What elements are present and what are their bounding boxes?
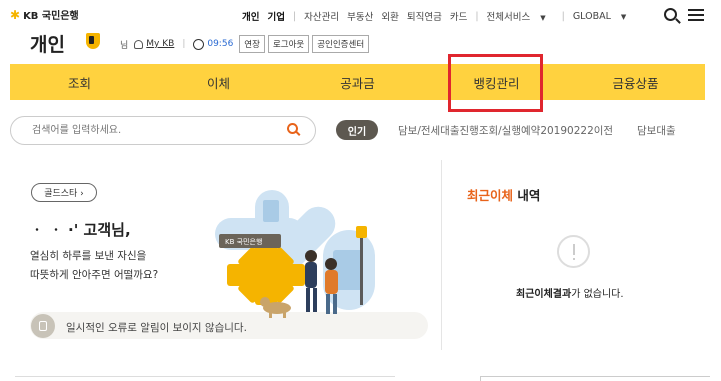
logout-button[interactable]: 로그아웃 xyxy=(267,35,310,53)
nav-item-financial-products[interactable]: 금융상품 xyxy=(566,73,705,92)
search-icon[interactable] xyxy=(664,8,677,21)
popular-keyword-badge: 인기 xyxy=(336,120,378,140)
goldstar-button[interactable]: 골드스타 › xyxy=(31,183,97,202)
empty-result-rest: 가 없습니다. xyxy=(571,289,624,300)
search-submit-icon[interactable] xyxy=(287,123,298,134)
top-link-asset[interactable]: 자산관리 xyxy=(304,9,339,23)
greeting-illustration: KB 국민은행 xyxy=(215,190,375,318)
cert-center-button[interactable]: 공인인증센터 xyxy=(312,35,370,53)
all-services-label: 전체서비스 xyxy=(486,12,531,23)
popular-keyword-link[interactable]: 담보/전세대출진행조회/실행예약20190222이전 xyxy=(398,123,613,138)
top-link-global[interactable]: GLOBAL ▼ xyxy=(573,11,635,22)
bottom-card-edge xyxy=(15,376,395,381)
divider: | xyxy=(561,10,565,22)
top-link-all-services[interactable]: 전체서비스 ▼ xyxy=(487,9,554,23)
recent-transfer-title[interactable]: 최근이체 내역 xyxy=(467,185,540,204)
exclamation-icon xyxy=(557,235,590,268)
top-link-realestate[interactable]: 부동산 xyxy=(347,9,373,23)
divider: | xyxy=(292,10,297,22)
clock-icon xyxy=(193,38,205,50)
greeting-message-line2: 따뜻하게 안아주면 어떨까요? xyxy=(30,269,159,281)
caret-down-icon: ▼ xyxy=(620,12,627,21)
user-info-row: 님 My KB | 09:56 연장 로그아웃 공인인증센터 xyxy=(120,35,372,53)
security-shield-icon[interactable] xyxy=(86,33,100,49)
top-link-pension[interactable]: 퇴직연금 xyxy=(407,9,442,23)
mykb-link[interactable]: My KB xyxy=(146,39,174,49)
hamburger-menu-icon[interactable] xyxy=(688,9,704,21)
greeting-message-line1: 열심히 하루를 보낸 자신을 xyxy=(30,250,147,262)
logo-text: KB 국민은행 xyxy=(23,11,79,22)
kb-logo[interactable]: ✱ KB 국민은행 xyxy=(10,7,79,23)
top-link-card[interactable]: 카드 xyxy=(450,9,467,23)
recent-transfer-title-rest: 내역 xyxy=(513,188,541,203)
kb-star-icon: ✱ xyxy=(10,7,21,22)
nav-item-utility[interactable]: 공과금 xyxy=(288,73,427,92)
session-timer: 09:56 xyxy=(207,39,234,49)
top-link-fx[interactable]: 외환 xyxy=(381,9,398,23)
empty-result-message: 최근이체결과가 없습니다. xyxy=(516,285,624,300)
user-name-suffix: 님 xyxy=(120,40,129,51)
top-link-business[interactable]: 기업 xyxy=(267,9,284,23)
extend-session-button[interactable]: 연장 xyxy=(239,35,265,53)
panel-divider xyxy=(441,160,442,350)
empty-result-accent: 최근이체결과 xyxy=(516,289,572,300)
popular-keyword-link-2[interactable]: 담보대출 xyxy=(637,123,676,138)
search-input[interactable] xyxy=(32,123,272,137)
recent-transfer-title-accent: 최근이체 xyxy=(467,188,514,203)
person-icon xyxy=(134,39,144,49)
highlight-box xyxy=(448,54,543,112)
nav-item-transfer[interactable]: 이체 xyxy=(149,73,288,92)
main-nav: 조회 이체 공과금 뱅킹관리 금융상품 xyxy=(10,64,705,100)
global-label: GLOBAL xyxy=(572,10,611,22)
illustration-logo: KB 국민은행 xyxy=(225,237,262,246)
top-link-personal[interactable]: 개인 xyxy=(242,9,259,23)
top-nav: 개인 기업 | 자산관리 부동산 외환 퇴직연금 카드 | 전체서비스 ▼ | G… xyxy=(242,9,642,24)
notification-icon xyxy=(31,314,55,338)
page-title: 개인 xyxy=(30,34,65,56)
nav-item-inquiry[interactable]: 조회 xyxy=(10,73,149,92)
divider: | xyxy=(475,10,479,22)
greeting-name: ㆍ ㆍ ·' 고객님, xyxy=(30,221,131,239)
bottom-card-edge xyxy=(480,376,710,381)
caret-down-icon: ▼ xyxy=(540,14,546,22)
divider: | xyxy=(182,39,186,49)
